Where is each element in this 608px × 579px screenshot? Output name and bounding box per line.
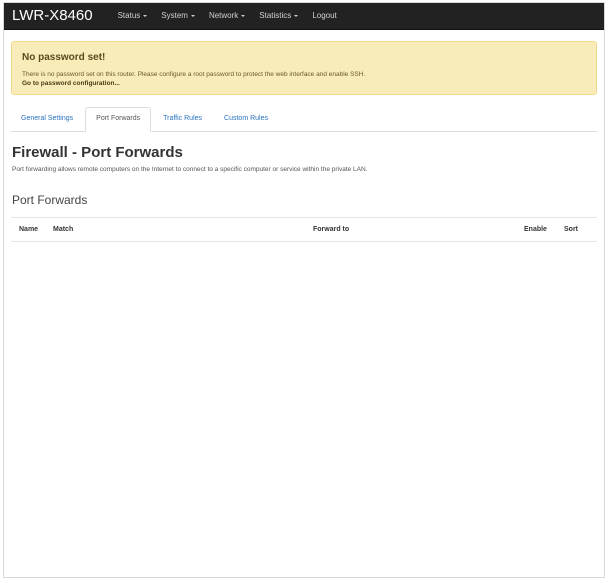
page-title: Firewall - Port Forwards <box>12 144 183 161</box>
nav-status-label: Status <box>117 11 141 20</box>
nav-network-label: Network <box>208 11 239 20</box>
nav-status-menu[interactable]: Status <box>111 3 155 29</box>
port-forwards-table-header: Name Match Forward to Enable Sort <box>11 217 597 242</box>
password-config-link[interactable]: Go to password configuration... <box>22 79 586 88</box>
tab-port-forwards[interactable]: Port Forwards <box>85 107 152 132</box>
alert-title: No password set! <box>22 52 106 63</box>
no-password-alert: No password set! There is no password se… <box>11 41 597 95</box>
caret-down-icon <box>143 15 148 17</box>
caret-down-icon <box>294 15 299 17</box>
column-header-match: Match <box>53 226 74 233</box>
alert-text: There is no password set on this router.… <box>22 71 366 78</box>
caret-down-icon <box>241 15 246 17</box>
nav-system-menu[interactable]: System <box>154 3 202 29</box>
section-title: Port Forwards <box>12 193 88 207</box>
column-header-enable: Enable <box>524 226 547 233</box>
tab-traffic-rules[interactable]: Traffic Rules <box>153 107 212 130</box>
tab-custom-rules[interactable]: Custom Rules <box>214 107 278 130</box>
nav-statistics-menu[interactable]: Statistics <box>252 3 305 29</box>
nav-statistics-label: Statistics <box>259 11 292 20</box>
firewall-tabs: General Settings Port Forwards Traffic R… <box>11 107 597 132</box>
top-navbar: LWR-X8460 Status System Network Statisti… <box>4 3 604 30</box>
page-description: Port forwarding allows remote computers … <box>12 166 368 173</box>
brand-logo[interactable]: LWR-X8460 <box>4 3 111 29</box>
browser-page: LWR-X8460 Status System Network Statisti… <box>3 2 605 578</box>
nav-logout-link[interactable]: Logout <box>305 3 343 29</box>
column-header-name: Name <box>19 226 39 233</box>
column-header-forward-to: Forward to <box>313 226 350 233</box>
column-header-sort: Sort <box>564 226 578 233</box>
nav-network-menu[interactable]: Network <box>202 3 252 29</box>
tab-general-settings[interactable]: General Settings <box>11 107 83 130</box>
nav-logout-label: Logout <box>312 11 337 20</box>
caret-down-icon <box>190 15 195 17</box>
nav-system-label: System <box>161 11 188 20</box>
